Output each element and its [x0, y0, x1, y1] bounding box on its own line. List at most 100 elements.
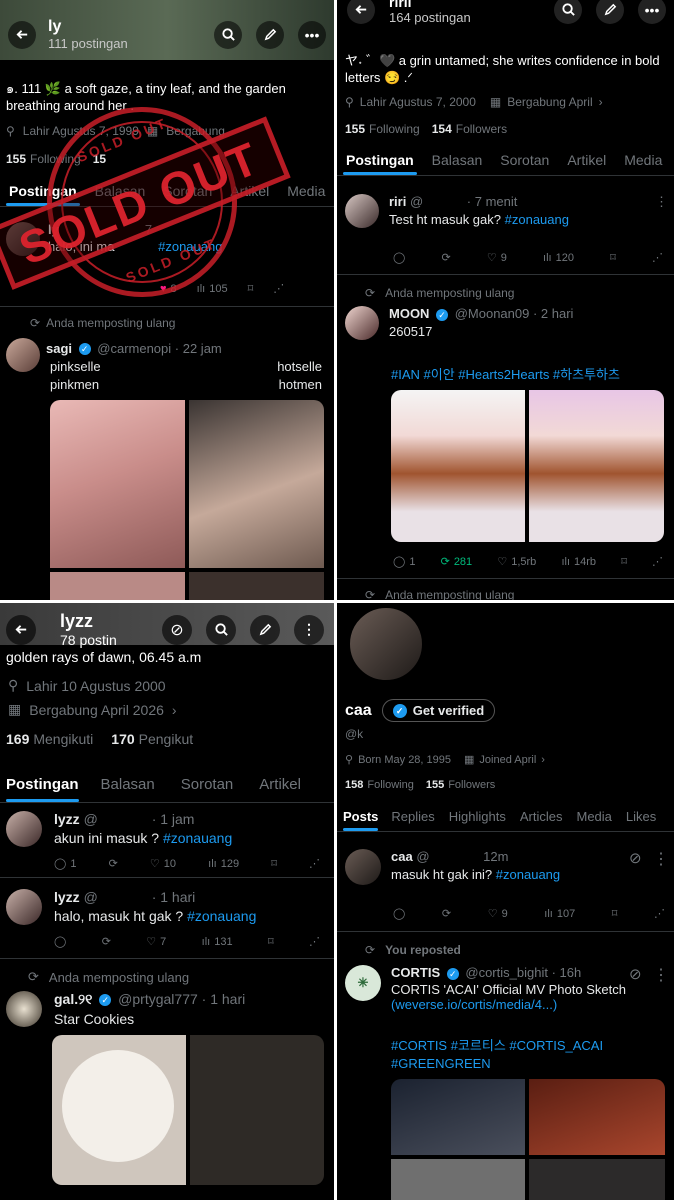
tab-media[interactable]: Media — [278, 176, 334, 206]
media-photo[interactable] — [529, 1159, 665, 1200]
tweet-handle[interactable]: @ — [410, 194, 423, 209]
avatar[interactable] — [345, 194, 379, 228]
tab-balasan[interactable]: Balasan — [85, 766, 171, 802]
tweet[interactable]: riri @ · 7 menit Test ht masuk gak? #zon… — [345, 194, 668, 228]
tweet-author[interactable]: lyzz — [54, 889, 80, 905]
hashtag-link[interactable]: #zonauang — [187, 908, 256, 924]
more-button[interactable]: ⋮ — [294, 614, 324, 645]
tab-sorotan[interactable]: Sorotan — [171, 766, 244, 802]
views-action[interactable]: ılı 107 — [544, 908, 575, 920]
views-action[interactable]: ılı 131 — [202, 936, 233, 948]
hashtag-links[interactable]: #CORTIS #코르티스 #CORTIS_ACAI #GREENGREEN — [391, 1037, 603, 1073]
edit-button[interactable] — [596, 0, 624, 24]
like-action[interactable]: ♡ 7 — [146, 935, 166, 949]
following-label[interactable]: Following — [367, 779, 413, 791]
followers-label[interactable]: Pengikut — [139, 731, 193, 747]
following-label[interactable]: Following — [30, 152, 81, 166]
bookmark-icon[interactable]: ⌑ — [271, 857, 277, 870]
tweet-handle[interactable]: @ — [416, 849, 429, 864]
tab-media[interactable]: Media — [569, 801, 618, 831]
avatar[interactable] — [6, 889, 42, 925]
tweet[interactable]: sagi ✓ @carmenopi · 22 jam pinkselle hots… — [6, 338, 326, 392]
avatar[interactable]: ✳ — [345, 965, 381, 1001]
tweet-author[interactable]: lyzz — [54, 811, 80, 827]
tab-articles[interactable]: Articles — [513, 801, 570, 831]
tweet[interactable]: lyzz @ · 1 hari halo, masuk ht gak ? #zo… — [6, 889, 256, 925]
like-action[interactable]: ♡ 10 — [150, 857, 176, 871]
repost-action[interactable]: ⟳ 281 — [441, 555, 473, 569]
tweet-handle[interactable]: @Moonan09 — [455, 306, 530, 321]
followers-count[interactable]: 154 — [432, 122, 452, 136]
tweet-handle[interactable]: @cortis_bighit — [465, 965, 548, 980]
avatar[interactable] — [6, 222, 40, 256]
back-button[interactable] — [347, 0, 375, 24]
tab-postingan[interactable]: Postingan — [0, 176, 86, 206]
tweet[interactable]: caa @ 12m masuk ht gak ini? #zonauang — [345, 849, 560, 885]
tweet-handle[interactable]: @ — [84, 811, 98, 827]
avatar[interactable] — [6, 811, 42, 847]
tweet-media-grid[interactable] — [391, 390, 664, 542]
avatar[interactable] — [345, 849, 381, 885]
tab-sorotan[interactable]: Sorotan — [154, 176, 221, 206]
tweet[interactable]: ly 7 halo, ini ma #zonauang — [6, 222, 222, 256]
views-action[interactable]: ılı 120 — [543, 252, 574, 264]
tweet-media-grid[interactable] — [52, 1035, 324, 1185]
search-button[interactable] — [554, 0, 582, 24]
grok-icon[interactable]: ⊘ — [629, 849, 642, 867]
tweet-author[interactable]: MOON — [389, 306, 429, 321]
tab-highlights[interactable]: Highlights — [442, 801, 513, 831]
followers-label[interactable]: Followers — [456, 122, 507, 136]
tweet[interactable]: gal.୨୧ ✓ @prtygal777 · 1 hari Star Cooki… — [6, 991, 245, 1027]
followers-label[interactable]: Followers — [448, 779, 495, 791]
tab-postingan[interactable]: Postingan — [337, 145, 423, 175]
views-action[interactable]: ılı 105 — [197, 283, 228, 295]
media-photo[interactable] — [529, 390, 664, 542]
mute-button[interactable]: ⊘ — [162, 614, 192, 645]
media-photo[interactable] — [190, 1035, 324, 1185]
like-action[interactable]: ♥ 8 — [160, 283, 177, 295]
media-photo[interactable] — [391, 390, 525, 542]
repost-icon[interactable]: ⟳ — [441, 251, 450, 264]
tweet-handle[interactable]: @carmenopi — [97, 341, 171, 356]
tweet-link[interactable]: (weverse.io/cortis/media/4...) — [391, 997, 641, 1012]
back-button[interactable] — [8, 20, 36, 49]
repost-icon[interactable]: ⟳ — [109, 857, 118, 870]
hashtag-link[interactable]: #zonauang — [163, 830, 232, 846]
following-count[interactable]: 155 — [345, 122, 365, 136]
media-photo[interactable] — [391, 1159, 525, 1200]
tweet-author[interactable]: riri — [389, 194, 406, 209]
tweet-media-grid[interactable] — [50, 400, 324, 600]
reply-action[interactable]: ◯ 1 — [393, 555, 415, 569]
reply-icon[interactable]: ◯ — [393, 907, 405, 920]
more-vertical-icon[interactable]: ⋮ — [653, 849, 669, 869]
following-label[interactable]: Mengikuti — [33, 731, 93, 747]
avatar[interactable] — [6, 991, 42, 1027]
hashtag-link[interactable]: #zonauang — [505, 212, 569, 227]
following-count[interactable]: 158 — [345, 779, 363, 791]
edit-button[interactable] — [250, 614, 280, 645]
tweet[interactable]: MOON ✓ @Moonan09 · 2 hari 260517 — [345, 306, 573, 340]
repost-icon[interactable]: ⟳ — [442, 907, 451, 920]
bookmark-icon[interactable]: ⌑ — [610, 251, 616, 264]
tweet-author[interactable]: sagi — [46, 341, 72, 356]
hashtag-line[interactable]: #CORTIS #코르티스 #CORTIS_ACAI — [391, 1037, 603, 1055]
tab-artikel[interactable]: Artikel — [558, 145, 615, 175]
views-action[interactable]: ılı 129 — [208, 858, 239, 870]
followers-count[interactable]: 170 — [111, 731, 134, 747]
media-photo[interactable] — [391, 1079, 525, 1155]
tweet-handle[interactable]: @prtygal777 — [118, 991, 198, 1007]
edit-button[interactable] — [256, 20, 284, 49]
grok-icon[interactable]: ⊘ — [629, 965, 642, 983]
media-photo[interactable] — [50, 572, 185, 600]
hashtag-link[interactable]: #zonauang — [158, 239, 222, 254]
tab-media[interactable]: Media — [615, 145, 671, 175]
tab-balasan[interactable]: Balasan — [86, 176, 155, 206]
tweet-media-grid[interactable] — [391, 1079, 665, 1200]
get-verified-button[interactable]: ✓ Get verified — [381, 699, 496, 722]
share-icon[interactable]: ⋰ — [309, 935, 320, 948]
more-button[interactable]: ••• — [298, 20, 326, 49]
repost-icon[interactable]: ⟳ — [102, 935, 111, 948]
tweet[interactable]: ✳ CORTIS ✓ @cortis_bighit · 16h CORTIS '… — [345, 965, 641, 1012]
hashtag-links[interactable]: #IAN #이안 #Hearts2Hearts #하츠투하츠 — [391, 364, 620, 383]
tweet-author[interactable]: ly — [48, 222, 59, 237]
